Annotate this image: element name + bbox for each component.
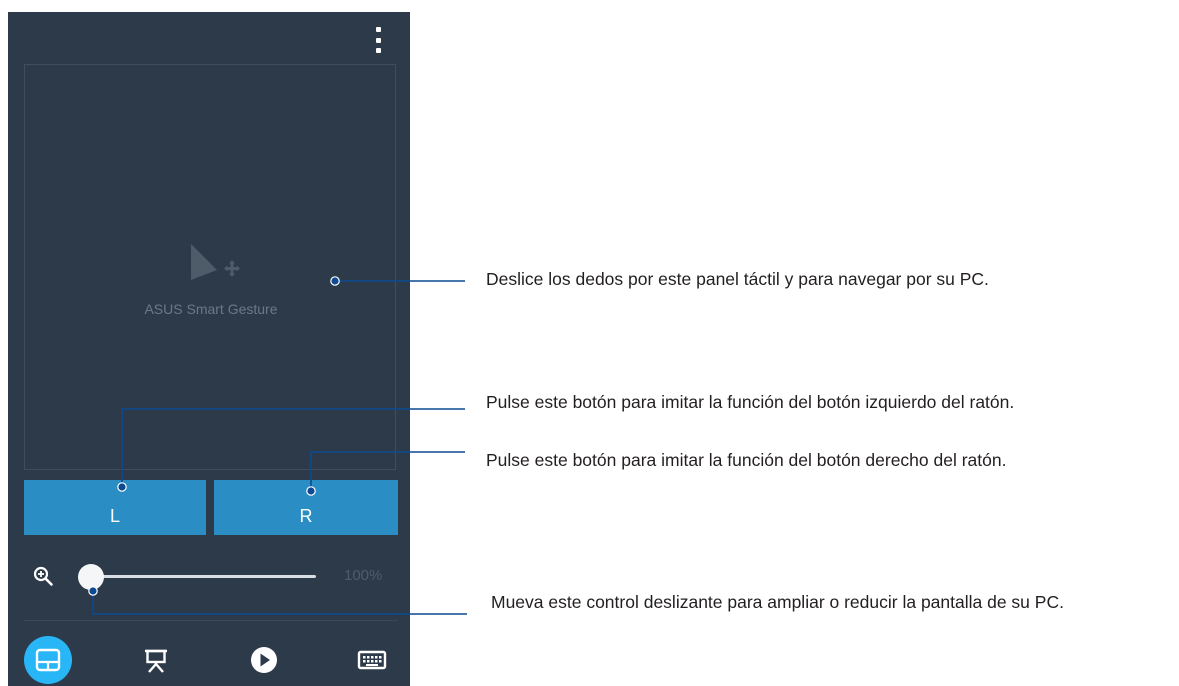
callout-left-button: Pulse este botón para imitar la función … [486,392,1015,412]
callout-touchpad: Deslice los dedos por este panel táctil … [486,269,989,289]
leader-dot-left-button [117,482,127,492]
leader-dot-touchpad [330,276,340,286]
callout-zoom-slider: Mueva este control deslizante para ampli… [491,592,1064,612]
leader-zoom-slider [92,591,467,615]
callout-right-button: Pulse este botón para imitar la función … [486,450,1007,470]
leader-right-button [310,451,465,491]
leader-dot-right-button [306,486,316,496]
leader-dot-zoom-slider [88,586,98,596]
callout-leader-lines [88,276,467,615]
leader-left-button [121,408,465,487]
